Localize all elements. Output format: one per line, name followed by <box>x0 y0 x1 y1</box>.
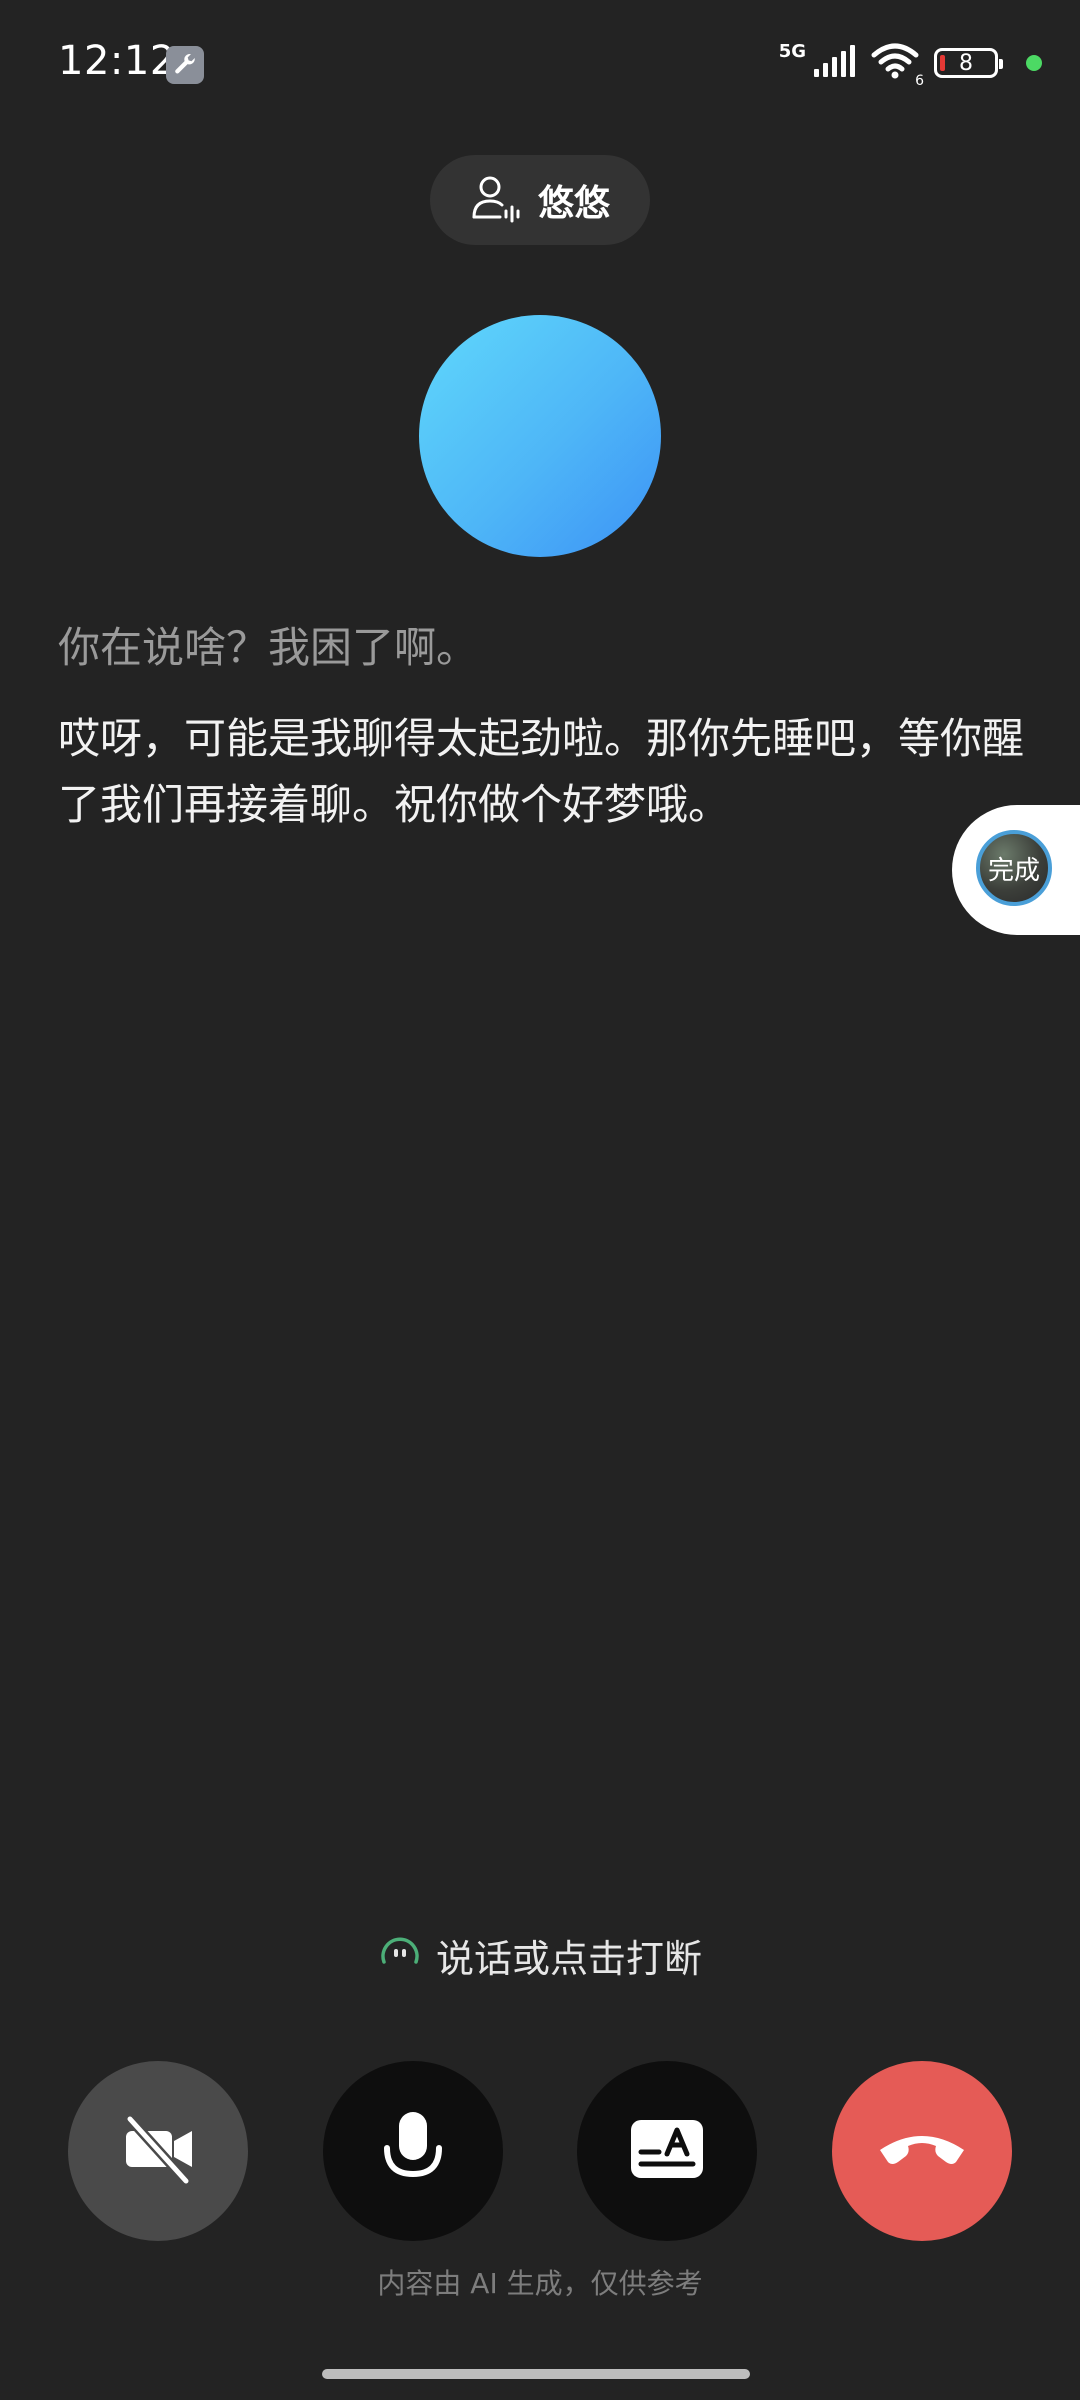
home-indicator[interactable] <box>322 2369 750 2379</box>
voice-person-icon <box>470 173 526 227</box>
interrupt-hint[interactable]: 说话或点击打断 <box>0 1928 1080 1983</box>
privacy-indicator-dot <box>1026 55 1042 71</box>
video-off-icon <box>116 2107 200 2195</box>
status-bar: 12:12 5G 6 8 <box>0 0 1080 120</box>
microphone-button[interactable] <box>323 2061 503 2241</box>
signal-icon <box>812 43 856 83</box>
phone-hangup-icon <box>874 2124 970 2178</box>
microphone-icon <box>373 2104 453 2198</box>
wifi-badge: 6 <box>915 73 924 89</box>
assistant-orb <box>419 315 661 557</box>
battery-level: 8 <box>959 50 973 76</box>
subtitles-button[interactable] <box>577 2061 757 2241</box>
assistant-transcript: 哎呀，可能是我聊得太起劲啦。那你先睡吧，等你醒了我们再接着聊。祝你做个好梦哦。 <box>58 714 1025 829</box>
status-indicators: 5G 6 8 <box>778 38 1042 89</box>
network-type: 5G <box>778 40 806 62</box>
floating-bubble-label: 完成 <box>987 855 1040 886</box>
wrench-icon <box>166 46 204 84</box>
voice-name: 悠悠 <box>537 183 610 224</box>
user-transcript: 你在说啥？我困了啊。 <box>58 623 479 672</box>
ai-disclaimer: 内容由 AI 生成，仅供参考 <box>377 2267 703 2300</box>
floating-avatar[interactable]: 完成 <box>976 830 1052 906</box>
subtitles-icon <box>627 2114 707 2188</box>
camera-off-button[interactable] <box>68 2061 248 2241</box>
listening-face-icon <box>378 1932 422 1980</box>
hang-up-button[interactable] <box>832 2061 1012 2241</box>
status-time: 12:12 <box>58 38 176 84</box>
floating-bubble[interactable]: 完成 <box>952 805 1080 935</box>
hint-text: 说话或点击打断 <box>435 1937 702 1981</box>
wifi-icon: 6 <box>870 41 924 89</box>
battery-icon: 8 <box>934 48 1003 78</box>
voice-selector-button[interactable]: 悠悠 <box>430 155 650 245</box>
